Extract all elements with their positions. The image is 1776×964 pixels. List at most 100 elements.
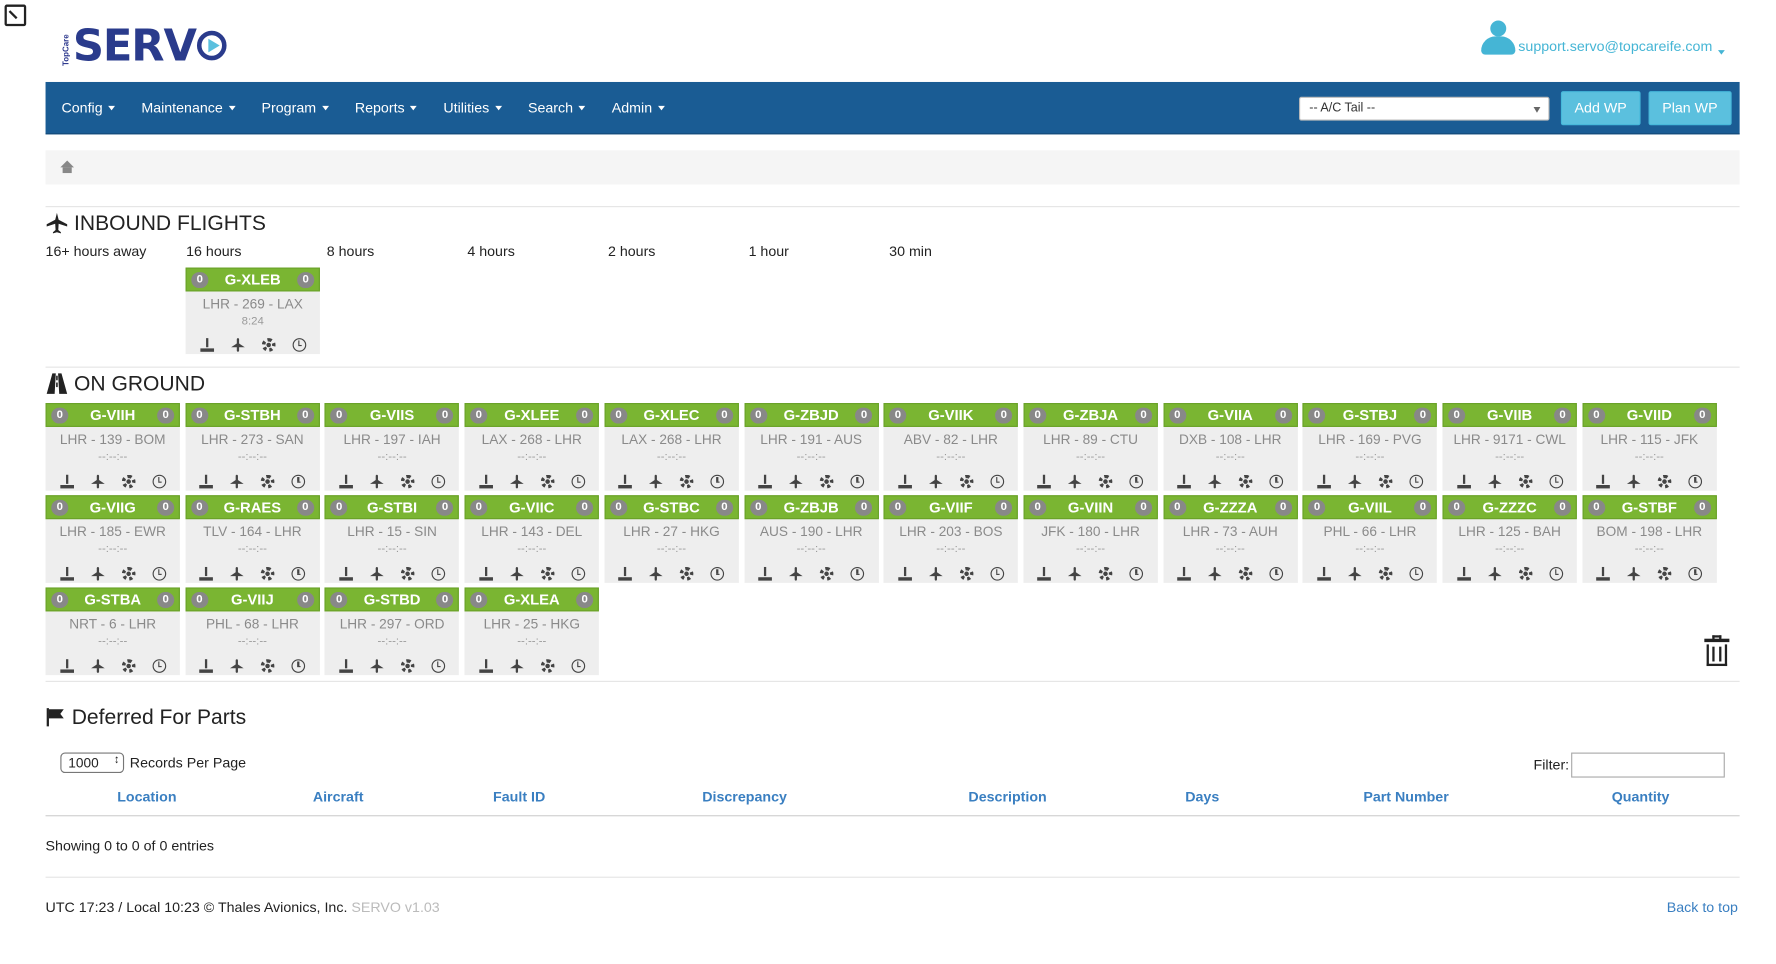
tail-number[interactable]: G-ZZZC [1483, 499, 1537, 516]
landing-icon[interactable] [339, 474, 353, 489]
clock-icon[interactable] [291, 659, 306, 673]
landing-icon[interactable] [339, 659, 353, 673]
nav-item-program[interactable]: Program [262, 100, 329, 116]
plane-icon[interactable] [788, 566, 803, 581]
clock-icon[interactable] [431, 659, 446, 673]
tail-number[interactable]: G-VIIB [1487, 406, 1532, 423]
landing-icon[interactable] [1456, 474, 1471, 489]
plane-icon[interactable] [90, 659, 105, 673]
tail-number[interactable]: G-ZZZA [1203, 499, 1257, 516]
tail-number[interactable]: G-STBI [367, 499, 417, 516]
clock-icon[interactable] [431, 566, 446, 581]
landing-icon[interactable] [1037, 474, 1052, 489]
clock-icon[interactable] [1129, 566, 1144, 581]
add-wp-button[interactable]: Add WP [1560, 91, 1641, 126]
aircraft-tile-header[interactable]: 0 G-STBF 0 [1582, 495, 1717, 520]
aircraft-tile-header[interactable]: 0 G-VIIB 0 [1442, 403, 1577, 427]
landing-icon[interactable] [199, 566, 214, 581]
tail-number[interactable]: G-VIIN [1068, 499, 1113, 516]
tail-number[interactable]: G-STBA [84, 591, 141, 608]
plane-icon[interactable] [90, 474, 105, 489]
tail-number[interactable]: G-VIIC [509, 499, 554, 516]
landing-icon[interactable] [1456, 566, 1471, 581]
tail-number[interactable]: G-XLEA [504, 591, 560, 608]
gear-icon[interactable] [1099, 566, 1113, 581]
gear-icon[interactable] [260, 566, 275, 581]
nav-item-search[interactable]: Search [528, 100, 586, 116]
gear-icon[interactable] [400, 659, 415, 673]
gear-icon[interactable] [819, 566, 834, 581]
column-header-days[interactable]: Days [1185, 789, 1219, 805]
tail-number[interactable]: G-VIID [1627, 406, 1672, 423]
gear-icon[interactable] [1657, 566, 1672, 581]
tail-number[interactable]: G-VIIA [1208, 406, 1253, 423]
plane-icon[interactable] [1208, 474, 1222, 489]
clock-icon[interactable] [291, 566, 306, 581]
plane-icon[interactable] [928, 474, 943, 489]
gear-icon[interactable] [540, 659, 554, 673]
tail-number[interactable]: G-RAES [224, 499, 282, 516]
plane-icon[interactable] [369, 474, 384, 489]
gear-icon[interactable] [540, 474, 554, 489]
column-header-discrepancy[interactable]: Discrepancy [702, 789, 787, 805]
tail-number[interactable]: G-XLEC [644, 406, 700, 423]
gear-icon[interactable] [1238, 566, 1253, 581]
landing-icon[interactable] [1317, 566, 1331, 581]
gear-icon[interactable] [1518, 474, 1532, 489]
clock-icon[interactable] [990, 474, 1004, 489]
clock-icon[interactable] [850, 474, 865, 489]
aircraft-tile-header[interactable]: 0 G-ZBJA 0 [1023, 403, 1158, 427]
back-to-top-link[interactable]: Back to top [1667, 899, 1738, 915]
ac-tail-select[interactable]: -- A/C Tail -- [1299, 96, 1550, 121]
clock-icon[interactable] [710, 566, 725, 581]
clock-icon[interactable] [1409, 474, 1423, 489]
plane-icon[interactable] [1627, 474, 1641, 489]
plane-icon[interactable] [230, 566, 244, 581]
column-header-fault-id[interactable]: Fault ID [493, 789, 545, 805]
nav-item-reports[interactable]: Reports [355, 100, 418, 116]
landing-icon[interactable] [199, 659, 214, 673]
tail-number[interactable]: G-ZBJD [784, 406, 839, 423]
clock-icon[interactable] [1548, 566, 1563, 581]
plane-icon[interactable] [230, 338, 245, 352]
column-header-quantity[interactable]: Quantity [1612, 789, 1670, 805]
servo-logo[interactable]: TopCare SERV [63, 24, 227, 67]
column-header-part-number[interactable]: Part Number [1363, 789, 1448, 805]
tail-number[interactable]: G-STBD [364, 591, 421, 608]
landing-icon[interactable] [59, 659, 74, 673]
clock-icon[interactable] [151, 474, 166, 489]
landing-icon[interactable] [758, 474, 772, 489]
tail-number[interactable]: G-STBC [643, 499, 700, 516]
plane-icon[interactable] [788, 474, 803, 489]
gear-icon[interactable] [121, 659, 135, 673]
tail-number[interactable]: G-VIIK [928, 406, 973, 423]
gear-icon[interactable] [680, 566, 694, 581]
plane-icon[interactable] [1068, 566, 1083, 581]
gear-icon[interactable] [121, 566, 135, 581]
aircraft-tile-header[interactable]: 0 G-VIIC 0 [464, 495, 599, 520]
plane-icon[interactable] [509, 474, 524, 489]
landing-icon[interactable] [897, 566, 912, 581]
tail-number[interactable]: G-VIIS [370, 406, 414, 423]
gear-icon[interactable] [400, 566, 415, 581]
aircraft-tile-header[interactable]: 0 G-XLEE 0 [464, 403, 599, 427]
tail-number[interactable]: G-VIIG [90, 499, 136, 516]
landing-icon[interactable] [478, 566, 493, 581]
plane-icon[interactable] [1068, 474, 1083, 489]
plane-icon[interactable] [1487, 474, 1502, 489]
tail-number[interactable]: G-XLEE [504, 406, 559, 423]
plane-icon[interactable] [1627, 566, 1641, 581]
aircraft-tile-header[interactable]: 0 G-RAES 0 [185, 495, 320, 520]
gear-icon[interactable] [680, 474, 694, 489]
gear-icon[interactable] [1099, 474, 1113, 489]
column-header-aircraft[interactable]: Aircraft [313, 789, 364, 805]
landing-icon[interactable] [1596, 474, 1611, 489]
gear-icon[interactable] [959, 566, 974, 581]
aircraft-tile-header[interactable]: 0 G-STBD 0 [324, 587, 460, 612]
plane-icon[interactable] [928, 566, 943, 581]
records-per-page-select[interactable]: 1000 [60, 752, 125, 774]
landing-icon[interactable] [478, 474, 493, 489]
plane-icon[interactable] [230, 659, 244, 673]
gear-icon[interactable] [260, 474, 275, 489]
trash-icon[interactable] [1704, 635, 1730, 667]
